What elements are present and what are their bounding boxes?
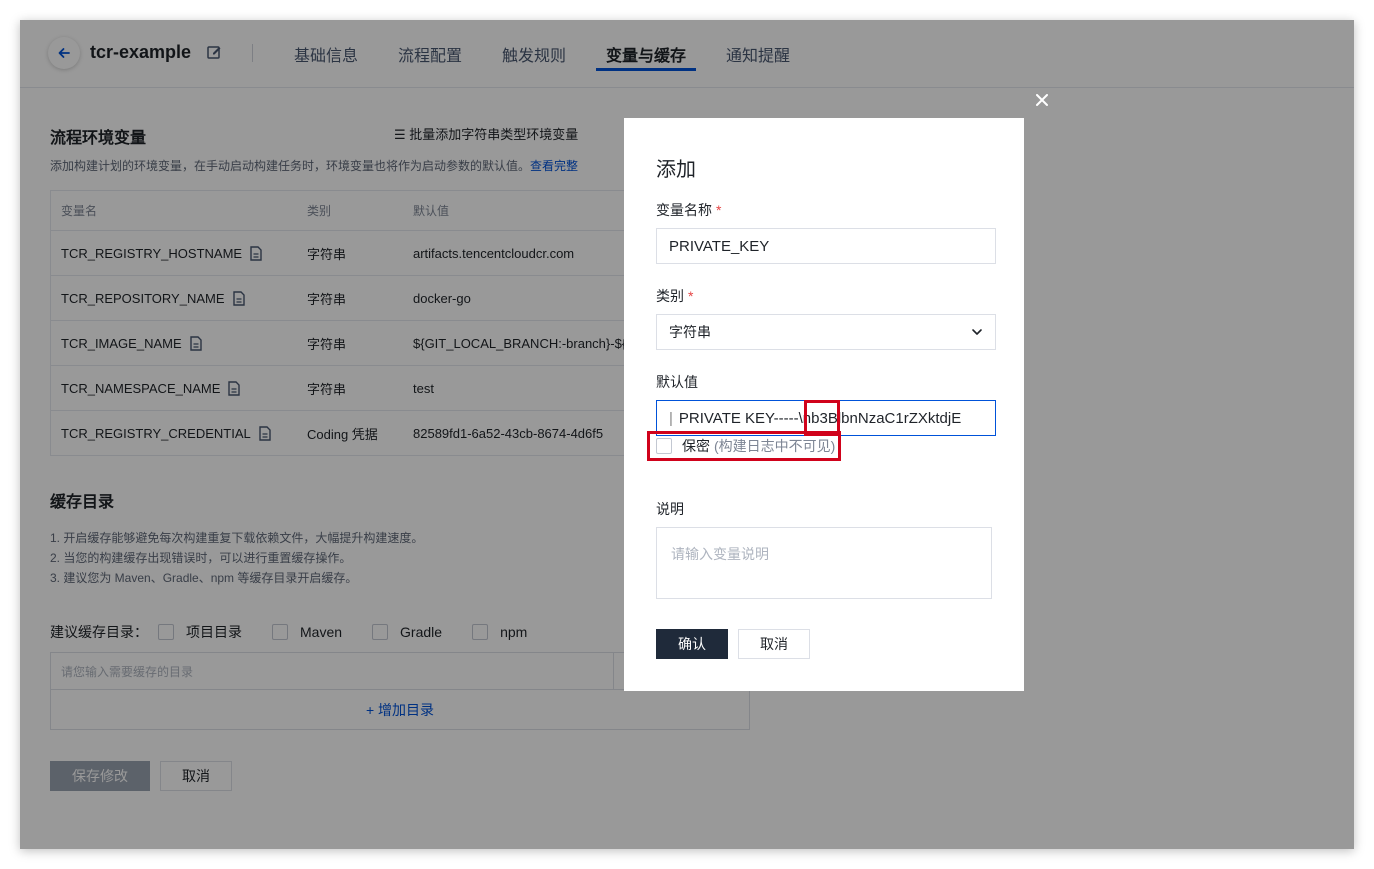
description-textarea[interactable]: 请输入变量说明 — [656, 527, 992, 599]
dialog-cancel-button[interactable]: 取消 — [738, 629, 810, 659]
required-mark: * — [716, 202, 722, 218]
default-value-label: 默认值 — [656, 374, 698, 390]
close-dialog-button[interactable] — [1030, 88, 1054, 112]
close-icon — [1036, 94, 1048, 106]
text-cursor-icon: | — [669, 409, 673, 427]
chevron-down-icon — [972, 329, 982, 335]
var-name-label-text: 变量名称 — [656, 202, 712, 218]
var-name-label: 变量名称 * — [656, 200, 721, 220]
app-window: tcr-example 基础信息 流程配置 触发规则 变量与缓存 通知提醒 流程… — [20, 20, 1354, 849]
type-label: 类别 * — [656, 286, 693, 306]
type-label-text: 类别 — [656, 288, 684, 304]
add-variable-dialog: 添加 变量名称 * PRIVATE_KEY 类别 * 字符串 默认值 | PRIVAT… — [624, 118, 1024, 691]
var-name-input[interactable]: PRIVATE_KEY — [656, 228, 996, 264]
highlight-secret-box — [647, 431, 841, 461]
type-select[interactable]: 字符串 — [656, 314, 996, 350]
required-mark: * — [688, 288, 694, 304]
type-select-value: 字符串 — [669, 324, 711, 340]
dialog-title: 添加 — [656, 159, 696, 181]
confirm-button[interactable]: 确认 — [656, 629, 728, 659]
description-label: 说明 — [656, 501, 684, 517]
